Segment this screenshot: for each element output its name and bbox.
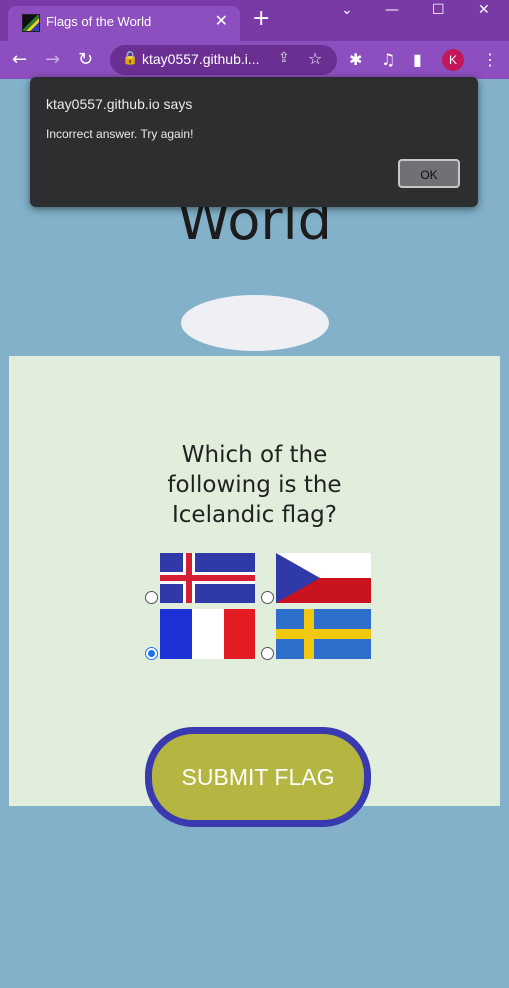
question-line: following is the bbox=[167, 472, 342, 498]
lock-icon[interactable]: 🔒 bbox=[122, 51, 138, 66]
france-flag[interactable] bbox=[160, 609, 255, 659]
browser-toolbar: ← → ↻ 🔒 ktay0557.github.i... ⇪ ☆ ✱ ♫ ▮ K… bbox=[0, 41, 509, 79]
radio-sweden[interactable] bbox=[261, 647, 274, 660]
browser-tab[interactable]: Flags of the World ✕ bbox=[8, 6, 240, 41]
ok-button[interactable]: OK bbox=[398, 159, 460, 188]
reload-icon[interactable]: ↻ bbox=[78, 49, 93, 70]
radio-czech[interactable] bbox=[261, 591, 274, 604]
radio-iceland[interactable] bbox=[145, 591, 158, 604]
tab-search-icon[interactable]: ⌄ bbox=[341, 2, 353, 18]
share-icon[interactable]: ⇪ bbox=[278, 50, 290, 66]
question-line: Icelandic flag? bbox=[172, 502, 337, 528]
submit-flag-button[interactable]: SUBMIT FLAG bbox=[145, 727, 371, 827]
side-panel-icon[interactable]: ▮ bbox=[413, 50, 422, 69]
sweden-flag[interactable] bbox=[276, 609, 371, 659]
forward-icon[interactable]: → bbox=[45, 49, 60, 70]
radio-france[interactable] bbox=[145, 647, 158, 660]
favicon-icon bbox=[22, 14, 40, 32]
address-bar[interactable]: 🔒 ktay0557.github.i... ⇪ ☆ bbox=[110, 45, 337, 75]
alert-dialog: ktay0557.github.io says Incorrect answer… bbox=[30, 77, 478, 207]
dialog-title: ktay0557.github.io says bbox=[46, 96, 193, 112]
maximize-icon[interactable]: ☐ bbox=[432, 2, 445, 18]
question-line: Which of the bbox=[181, 442, 328, 468]
minimize-icon[interactable]: — bbox=[385, 2, 399, 18]
profile-avatar[interactable]: K bbox=[442, 49, 464, 71]
tab-close-icon[interactable]: ✕ bbox=[215, 11, 228, 30]
menu-kebab-icon[interactable]: ⋮ bbox=[482, 50, 498, 69]
url-text[interactable]: ktay0557.github.i... bbox=[142, 51, 260, 67]
tab-title: Flags of the World bbox=[46, 14, 152, 29]
dialog-message: Incorrect answer. Try again! bbox=[46, 127, 194, 141]
media-icon[interactable]: ♫ bbox=[381, 50, 395, 69]
page-content: World Which of the following is the Icel… bbox=[2, 79, 507, 988]
back-icon[interactable]: ← bbox=[12, 49, 27, 70]
bookmark-star-icon[interactable]: ☆ bbox=[308, 49, 322, 68]
question-text: Which of the following is the Icelandic … bbox=[9, 440, 500, 530]
score-oval bbox=[181, 295, 329, 351]
czech-flag[interactable] bbox=[276, 553, 371, 603]
tab-strip: Flags of the World ✕ + ⌄ — ☐ ✕ bbox=[0, 0, 509, 41]
close-window-icon[interactable]: ✕ bbox=[478, 2, 490, 18]
extensions-icon[interactable]: ✱ bbox=[349, 50, 362, 69]
new-tab-icon[interactable]: + bbox=[252, 8, 270, 30]
iceland-flag[interactable] bbox=[160, 553, 255, 603]
